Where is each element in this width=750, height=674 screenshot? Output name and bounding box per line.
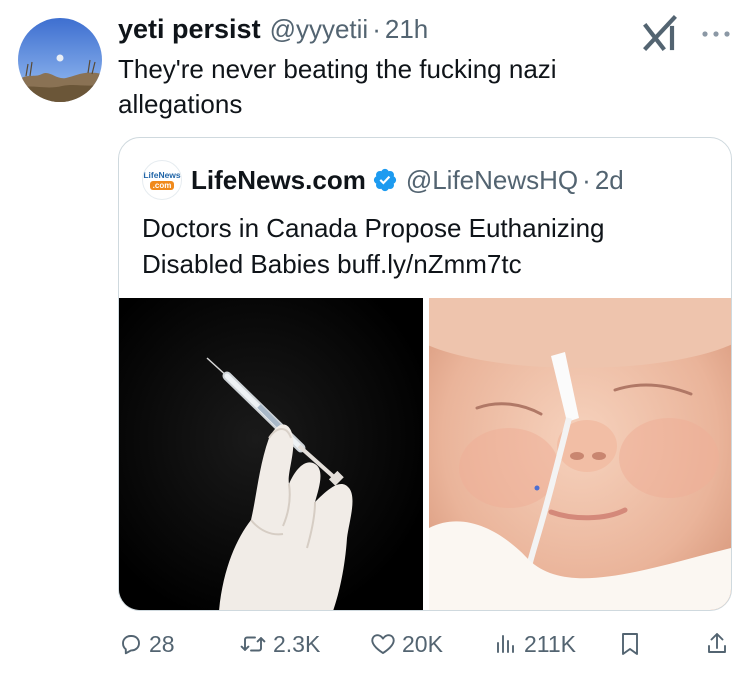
media-image-syringe[interactable] [119,298,423,610]
action-bar: 28 2.3K 20K 211K [0,624,750,664]
more-icon[interactable] [700,26,732,37]
repost-count: 2.3K [273,630,321,657]
avatar[interactable] [18,18,102,102]
tweet-text: They're never beating the fucking nazi a… [118,54,557,119]
views-icon [497,635,514,653]
like-icon [371,634,395,654]
quote-text: Doctors in Canada Propose Euthanizing Di… [142,213,605,279]
share-icon [708,633,726,653]
views-button[interactable]: 211K [494,624,576,664]
repost-icon [240,636,266,652]
quote-avatar[interactable]: LifeNews .com [142,160,182,200]
reply-count: 28 [149,630,175,657]
repost-button[interactable]: 2.3K [239,624,320,664]
views-count: 211K [524,630,577,657]
like-button[interactable]: 20K [370,624,443,664]
tweet-header: yeti persist @yyyetii · 21h [118,14,428,45]
reply-button[interactable]: 28 [119,624,175,664]
quote-avatar-text-bottom: .com [149,180,175,190]
quote-timestamp[interactable]: 2d [595,165,624,196]
share-button[interactable] [705,624,729,664]
grok-icon[interactable] [641,14,681,52]
quote-user-handle[interactable]: @LifeNewsHQ [406,165,578,196]
quote-tweet-card[interactable]: LifeNews .com LifeNews.com @LifeNewsHQ ·… [118,137,732,611]
verified-icon [373,168,396,192]
bookmark-button[interactable] [619,624,641,664]
timestamp[interactable]: 21h [385,14,428,45]
quote-header: LifeNews .com LifeNews.com @LifeNewsHQ ·… [142,160,624,200]
user-handle[interactable]: @yyyetii [270,14,369,45]
reply-icon [122,635,140,655]
display-name[interactable]: yeti persist [118,14,261,45]
quote-display-name[interactable]: LifeNews.com [191,165,366,196]
quote-separator: · [582,164,591,195]
media-image-baby[interactable] [429,298,731,610]
like-count: 20K [402,630,443,657]
quote-media[interactable] [119,298,731,610]
separator: · [372,14,381,44]
bookmark-icon [622,633,638,655]
quote-avatar-text-top: LifeNews [143,169,181,180]
